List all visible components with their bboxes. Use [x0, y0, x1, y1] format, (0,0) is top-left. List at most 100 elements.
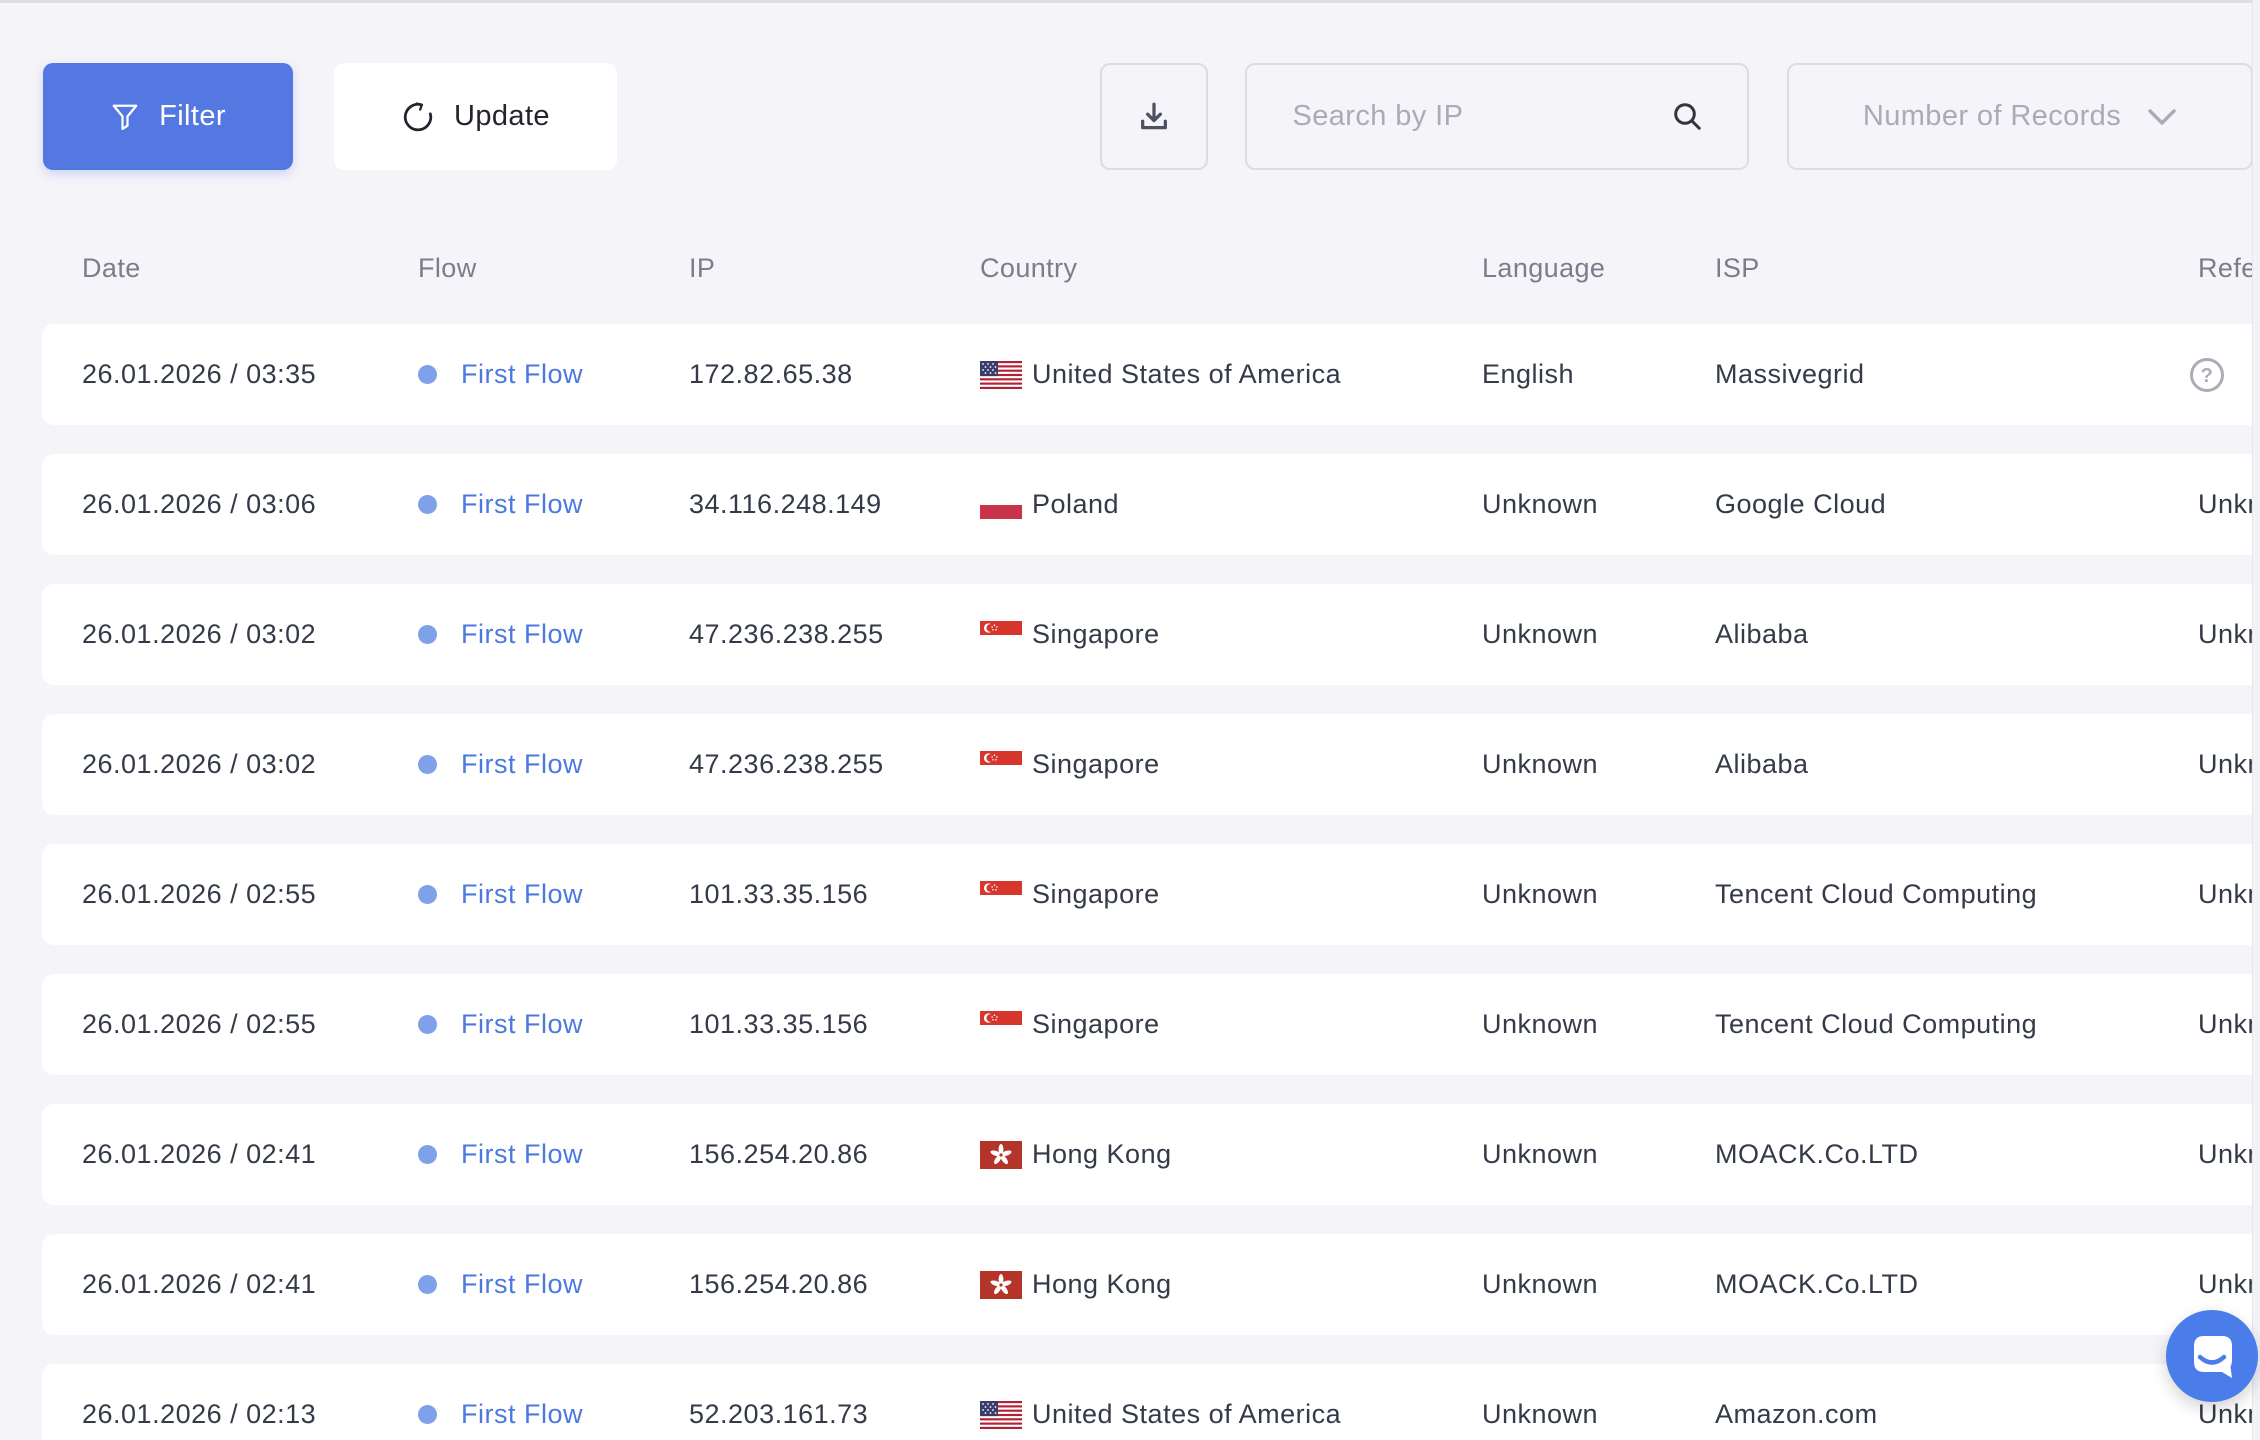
table-row[interactable]: 26.01.2026 / 02:55 First Flow 101.33.35.… [42, 974, 2260, 1075]
cell-language: Unknown [1482, 714, 1598, 815]
cell-ip: 47.236.238.255 [689, 714, 884, 815]
cell-language: Unknown [1482, 1234, 1598, 1335]
cell-language: Unknown [1482, 584, 1598, 685]
table-row[interactable]: 26.01.2026 / 02:13 First Flow 52.203.161… [42, 1364, 2260, 1440]
table-row[interactable]: 26.01.2026 / 03:02 First Flow 47.236.238… [42, 584, 2260, 685]
flow-link[interactable]: First Flow [461, 1009, 583, 1040]
flow-link[interactable]: First Flow [461, 619, 583, 650]
cell-ip: 52.203.161.73 [689, 1364, 868, 1440]
cell-date: 26.01.2026 / 03:02 [82, 584, 316, 685]
cell-isp: MOACK.Co.LTD [1715, 1234, 1919, 1335]
flow-link[interactable]: First Flow [461, 359, 583, 390]
referrer-help-icon[interactable]: ? [2188, 356, 2226, 394]
cell-referrer: Unknown [2198, 1399, 2260, 1430]
cell-ip: 101.33.35.156 [689, 844, 868, 945]
cell-isp: Amazon.com [1715, 1364, 1878, 1440]
table-row[interactable]: 26.01.2026 / 03:35 First Flow 172.82.65.… [42, 324, 2260, 425]
search-box [1245, 63, 1749, 170]
cell-referrer: Unknown [2198, 749, 2260, 780]
flow-dot-icon [418, 1145, 437, 1164]
country-name: Hong Kong [1032, 1269, 1172, 1300]
download-icon [1137, 100, 1171, 134]
records-dropdown-label: Number of Records [1863, 100, 2121, 133]
flow-link[interactable]: First Flow [461, 489, 583, 520]
cell-referrer: Unknown [2198, 1139, 2260, 1170]
filter-button[interactable]: Filter [43, 63, 293, 170]
cell-date: 26.01.2026 / 02:55 [82, 974, 316, 1075]
country-flag-icon [980, 491, 1022, 519]
flow-link[interactable]: First Flow [461, 879, 583, 910]
search-input[interactable] [1247, 65, 1670, 168]
table-row[interactable]: 26.01.2026 / 02:55 First Flow 101.33.35.… [42, 844, 2260, 945]
column-header-ip: IP [689, 240, 715, 296]
flow-link[interactable]: First Flow [461, 749, 583, 780]
chat-launcher-button[interactable] [2166, 1310, 2258, 1402]
flow-dot-icon [418, 1275, 437, 1294]
cell-ip: 172.82.65.38 [689, 324, 853, 425]
search-icon[interactable] [1670, 99, 1706, 135]
country-name: Singapore [1032, 749, 1160, 780]
country-name: Singapore [1032, 879, 1160, 910]
cell-referrer: Unknown [2198, 1009, 2260, 1040]
country-flag-icon [980, 1401, 1022, 1429]
table-row[interactable]: 26.01.2026 / 03:02 First Flow 47.236.238… [42, 714, 2260, 815]
column-header-flow: Flow [418, 240, 477, 296]
flow-link[interactable]: First Flow [461, 1399, 583, 1430]
flow-link[interactable]: First Flow [461, 1269, 583, 1300]
table-body: 26.01.2026 / 03:35 First Flow 172.82.65.… [42, 324, 2260, 1440]
cell-ip: 156.254.20.86 [689, 1234, 868, 1335]
cell-referrer: Unknown [2198, 619, 2260, 650]
cell-referrer: Unknown [2198, 489, 2260, 520]
cell-language: Unknown [1482, 974, 1598, 1075]
country-flag-icon [980, 1011, 1022, 1039]
top-window-edge [0, 0, 2260, 3]
cell-date: 26.01.2026 / 02:41 [82, 1234, 316, 1335]
cell-isp: Alibaba [1715, 714, 1809, 815]
column-header-language: Language [1482, 240, 1605, 296]
country-flag-icon [980, 361, 1022, 389]
country-flag-icon [980, 1141, 1022, 1169]
column-header-country: Country [980, 240, 1077, 296]
cell-referrer: Unknown [2198, 1269, 2260, 1300]
cell-date: 26.01.2026 / 02:13 [82, 1364, 316, 1440]
cell-date: 26.01.2026 / 02:41 [82, 1104, 316, 1205]
cell-date: 26.01.2026 / 03:06 [82, 454, 316, 555]
cell-date: 26.01.2026 / 02:55 [82, 844, 316, 945]
svg-text:?: ? [2201, 365, 2214, 387]
country-name: United States of America [1032, 1399, 1341, 1430]
cell-referrer: Unknown [2198, 879, 2260, 910]
cell-date: 26.01.2026 / 03:02 [82, 714, 316, 815]
filter-button-label: Filter [159, 100, 226, 133]
update-button[interactable]: Update [334, 63, 617, 170]
cell-language: Unknown [1482, 1364, 1598, 1440]
update-button-label: Update [454, 100, 550, 133]
country-flag-icon [980, 881, 1022, 909]
cell-isp: Google Cloud [1715, 454, 1886, 555]
column-header-date: Date [82, 240, 141, 296]
chat-bubble-icon [2166, 1310, 2258, 1402]
country-flag-icon [980, 621, 1022, 649]
chevron-down-icon [2147, 108, 2177, 126]
table-row[interactable]: 26.01.2026 / 03:06 First Flow 34.116.248… [42, 454, 2260, 555]
vertical-scrollbar[interactable] [2252, 0, 2260, 1440]
country-name: Poland [1032, 489, 1119, 520]
country-name: Singapore [1032, 619, 1160, 650]
country-flag-icon [980, 751, 1022, 779]
cell-language: Unknown [1482, 454, 1598, 555]
cell-isp: Massivegrid [1715, 324, 1865, 425]
table-header: Date Flow IP Country Language ISP Referr… [0, 240, 2260, 296]
cell-language: Unknown [1482, 1104, 1598, 1205]
column-header-isp: ISP [1715, 240, 1760, 296]
flow-dot-icon [418, 625, 437, 644]
table-row[interactable]: 26.01.2026 / 02:41 First Flow 156.254.20… [42, 1234, 2260, 1335]
cell-ip: 34.116.248.149 [689, 454, 882, 555]
download-button[interactable] [1100, 63, 1208, 170]
flow-dot-icon [418, 495, 437, 514]
records-dropdown[interactable]: Number of Records [1787, 63, 2253, 170]
country-name: Hong Kong [1032, 1139, 1172, 1170]
column-header-referrer: Referrer [2198, 240, 2260, 296]
flow-link[interactable]: First Flow [461, 1139, 583, 1170]
table-row[interactable]: 26.01.2026 / 02:41 First Flow 156.254.20… [42, 1104, 2260, 1205]
cell-language: English [1482, 324, 1574, 425]
cell-isp: Alibaba [1715, 584, 1809, 685]
